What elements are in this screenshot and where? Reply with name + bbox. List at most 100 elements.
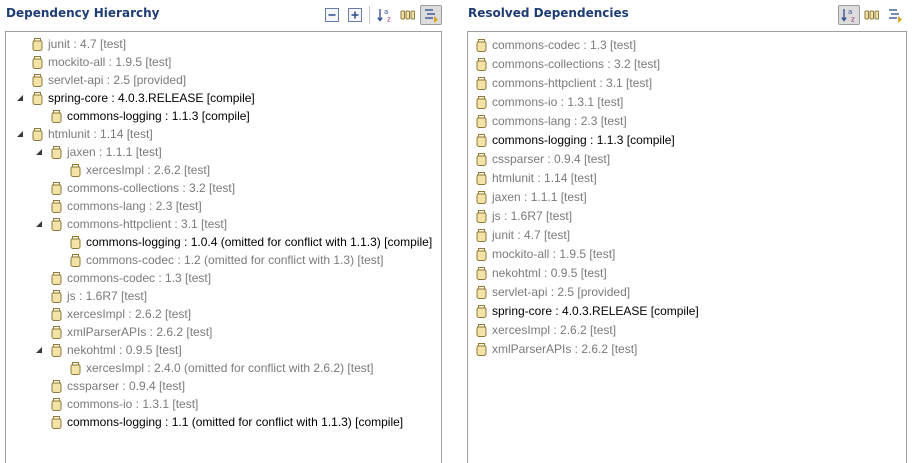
collapse-all-button[interactable]	[321, 5, 343, 25]
jar-icon	[70, 163, 81, 177]
jar-icon	[51, 109, 62, 123]
dependency-label: js : 1.6R7 [test]	[67, 289, 148, 303]
dependency-label: xercesImpl : 2.6.2 [test]	[67, 307, 192, 321]
show-group-id-button[interactable]	[861, 5, 883, 25]
resolved-list-item[interactable]: xmlParserAPIs : 2.6.2 [test]	[476, 340, 637, 358]
show-group-id-button[interactable]	[397, 5, 419, 25]
collapse-all-icon	[325, 8, 339, 22]
resolved-list-item[interactable]: commons-collections : 3.2 [test]	[476, 55, 660, 73]
hierarchy-tree-item[interactable]: servlet-api : 2.5 [provided]	[32, 71, 186, 89]
hierarchy-tree-item[interactable]: mockito-all : 1.9.5 [test]	[32, 53, 171, 71]
dependency-label: jaxen : 1.1.1 [test]	[67, 145, 162, 159]
dependency-label: commons-codec : 1.3 [test]	[492, 38, 637, 52]
dependency-label: xercesImpl : 2.6.2 [test]	[86, 163, 211, 177]
jar-icon	[51, 415, 62, 429]
hierarchy-tree-item[interactable]: htmlunit : 1.14 [test]	[16, 125, 153, 143]
tree-twisty[interactable]	[34, 219, 43, 228]
jar-icon	[51, 307, 62, 321]
hierarchy-tree-item[interactable]: commons-lang : 2.3 [test]	[51, 197, 202, 215]
resolved-list-item[interactable]: cssparser : 0.9.4 [test]	[476, 150, 610, 168]
dependency-label: commons-collections : 3.2 [test]	[67, 181, 236, 195]
dependency-label: commons-codec : 1.3 [test]	[67, 271, 212, 285]
dependency-label: commons-collections : 3.2 [test]	[492, 57, 661, 71]
hierarchy-tree-item[interactable]: xercesImpl : 2.4.0 (omitted for conflict…	[70, 359, 373, 377]
resolved-dependencies-title: Resolved Dependencies	[468, 6, 629, 20]
hierarchy-tree-item[interactable]: junit : 4.7 [test]	[32, 35, 126, 53]
dependency-hierarchy-panel: Dependency Hierarchy a z junit: 4.7 [te…	[0, 0, 448, 463]
dependency-label: nekohtml : 0.9.5 [test]	[67, 343, 182, 357]
hierarchy-tree-item[interactable]: js : 1.6R7 [test]	[51, 287, 147, 305]
hierarchy-tree-item[interactable]: commons-codec : 1.3 [test]	[51, 269, 211, 287]
sort-alphabetically-button[interactable]: a z	[374, 5, 396, 25]
jar-icon	[51, 199, 62, 213]
tree-twisty[interactable]	[34, 345, 43, 354]
hierarchy-tree-item[interactable]: commons-logging : 1.0.4 (omitted for con…	[70, 233, 432, 251]
tree-twisty[interactable]	[15, 129, 24, 138]
resolved-list-item[interactable]: junit : 4.7 [test]	[476, 226, 570, 244]
resolved-dependencies-list[interactable]: commons-codec : 1.3 [test] commons-collec…	[467, 31, 907, 463]
dependency-label: commons-logging : 1.1 (omitted for confl…	[67, 415, 404, 429]
expand-all-button[interactable]	[344, 5, 366, 25]
show-group-id-icon	[864, 10, 879, 20]
resolved-list-item[interactable]: commons-io : 1.3.1 [test]	[476, 93, 623, 111]
dependency-label: commons-httpclient : 3.1 [test]	[492, 76, 653, 90]
resolved-list-item[interactable]: xercesImpl : 2.6.2 [test]	[476, 321, 616, 339]
jar-icon	[51, 397, 62, 411]
resolved-list-item[interactable]: spring-core : 4.0.3.RELEASE [compile]	[476, 302, 699, 320]
resolved-list-item[interactable]: commons-logging : 1.1.3 [compile]	[476, 131, 675, 149]
dependency-label: cssparser : 0.9.4 [test]	[492, 152, 611, 166]
jar-icon	[32, 91, 43, 105]
hierarchy-tree-item[interactable]: commons-collections : 3.2 [test]	[51, 179, 235, 197]
hierarchy-tree-item[interactable]: xercesImpl : 2.6.2 [test]	[51, 305, 191, 323]
filter-button[interactable]	[884, 5, 906, 25]
dependency-hierarchy-tree[interactable]: junit : 4.7 [test] mockito-all : 1.9.5 [t…	[5, 31, 442, 463]
expanded-triangle-icon	[16, 130, 23, 137]
jar-icon	[476, 190, 487, 204]
hierarchy-tree-item[interactable]: xercesImpl : 2.6.2 [test]	[70, 161, 210, 179]
hierarchy-tree-item[interactable]: cssparser : 0.9.4 [test]	[51, 377, 185, 395]
jar-icon	[32, 55, 43, 69]
jar-icon	[476, 95, 487, 109]
jar-icon	[476, 209, 487, 223]
resolved-list-item[interactable]: js : 1.6R7 [test]	[476, 207, 572, 225]
jar-icon	[476, 152, 487, 166]
show-group-id-icon	[400, 10, 415, 20]
hierarchy-tree-item[interactable]: nekohtml : 0.9.5 [test]	[35, 341, 182, 359]
sort-alphabetically-button[interactable]: a z	[838, 5, 860, 25]
resolved-list-item[interactable]: commons-httpclient : 3.1 [test]	[476, 74, 652, 92]
dependency-label: commons-httpclient : 3.1 [test]	[67, 217, 228, 231]
dependency-label: commons-io : 1.3.1 [test]	[67, 397, 199, 411]
tree-twisty[interactable]	[34, 147, 43, 156]
resolved-list-item[interactable]: htmlunit : 1.14 [test]	[476, 169, 597, 187]
jar-icon	[32, 37, 43, 51]
hierarchy-tree-item[interactable]: commons-logging : 1.1.3 [compile]	[51, 107, 250, 125]
dependency-label: xmlParserAPIs : 2.6.2 [test]	[67, 325, 213, 339]
resolved-list-item[interactable]: jaxen : 1.1.1 [test]	[476, 188, 587, 206]
hierarchy-tree-item[interactable]: commons-io : 1.3.1 [test]	[51, 395, 198, 413]
resolved-list-item[interactable]: commons-lang : 2.3 [test]	[476, 112, 627, 130]
svg-text:z: z	[851, 16, 855, 24]
tree-twisty[interactable]	[15, 93, 24, 102]
filter-conflicts-button[interactable]	[420, 5, 442, 25]
jar-icon	[476, 323, 487, 337]
resolved-dependencies-toolbar: a z	[837, 5, 906, 25]
hierarchy-tree-item[interactable]: commons-logging : 1.1 (omitted for confl…	[51, 413, 403, 431]
hierarchy-tree-item[interactable]: jaxen : 1.1.1 [test]	[35, 143, 162, 161]
dependency-label: spring-core : 4.0.3.RELEASE [compile]	[492, 304, 699, 318]
resolved-list-item[interactable]: mockito-all : 1.9.5 [test]	[476, 245, 615, 263]
hierarchy-tree-item[interactable]: xmlParserAPIs : 2.6.2 [test]	[51, 323, 212, 341]
jar-icon	[476, 76, 487, 90]
filter-icon	[889, 9, 902, 23]
resolved-list-item[interactable]: nekohtml : 0.9.5 [test]	[476, 264, 607, 282]
jar-icon	[476, 57, 487, 71]
hierarchy-tree-item[interactable]: commons-httpclient : 3.1 [test]	[35, 215, 228, 233]
svg-text:z: z	[387, 16, 391, 24]
resolved-list-item[interactable]: commons-codec : 1.3 [test]	[476, 36, 636, 54]
dependency-label: commons-codec : 1.2 (omitted for conflic…	[86, 253, 384, 267]
dependency-label: mockito-all : 1.9.5 [test]	[492, 247, 616, 261]
dependency-label: jaxen : 1.1.1 [test]	[492, 190, 587, 204]
hierarchy-tree-item[interactable]: commons-codec : 1.2 (omitted for conflic…	[70, 251, 383, 269]
resolved-list-item[interactable]: servlet-api : 2.5 [provided]	[476, 283, 630, 301]
dependency-hierarchy-toolbar: a z	[320, 5, 442, 25]
hierarchy-tree-item[interactable]: spring-core : 4.0.3.RELEASE [compile]	[16, 89, 255, 107]
